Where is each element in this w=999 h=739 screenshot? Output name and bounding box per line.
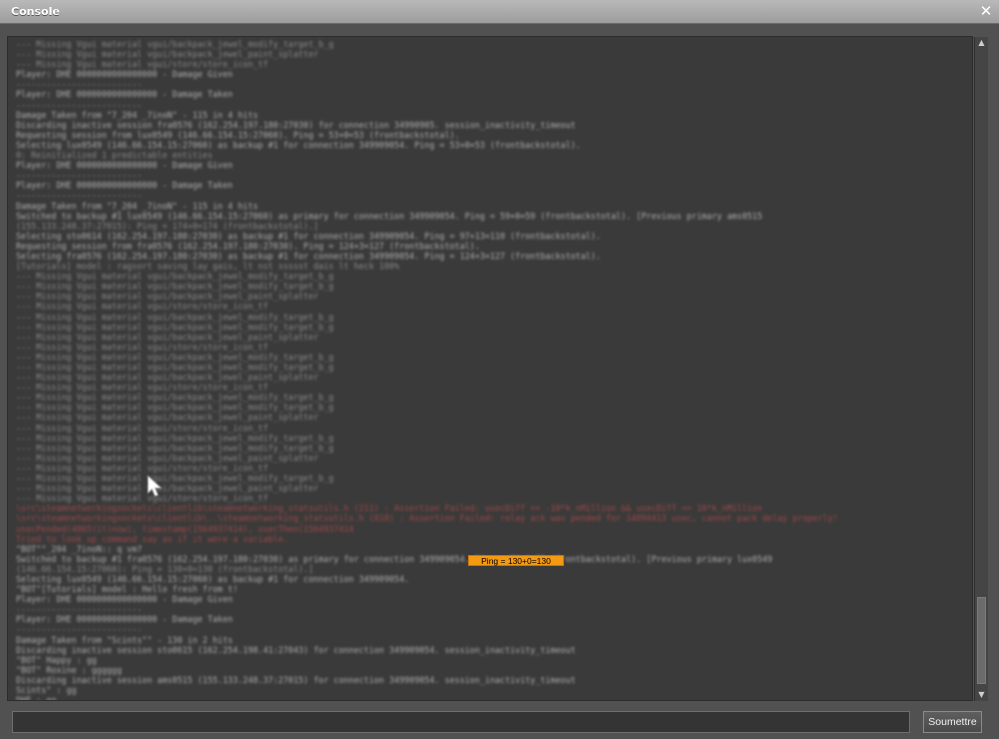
- console-log-line: --- Missing Vgui material vgui/backpack_…: [16, 452, 319, 463]
- close-icon[interactable]: ✕: [978, 3, 994, 19]
- scrollbar-thumb[interactable]: [977, 597, 986, 684]
- mouse-cursor-icon: [147, 475, 163, 497]
- console-log-line: --- Missing Vgui material vgui/store/sto…: [16, 301, 269, 312]
- console-log-line: --- Missing Vgui material vgui/store/sto…: [16, 422, 269, 433]
- console-log-line: --- Missing Vgui material vgui/backpack_…: [16, 291, 319, 302]
- console-log-line: Player: DHE 0000000000000000 - Damage Ta…: [16, 180, 233, 191]
- console-log-line: --- Missing Vgui material vgui/store/sto…: [16, 382, 269, 393]
- console-log-line: --- Missing Vgui material vgui/backpack_…: [16, 442, 334, 453]
- console-log-line: Tried to look up command say as if it we…: [16, 533, 289, 544]
- console-log-line: \src\steamnetworkingsockets\clientlib\st…: [16, 503, 763, 514]
- console-log-line: Selecting fra0576 (162.254.197.180:27030…: [16, 250, 601, 261]
- console-log-line: --- Missing Vgui material vgui/backpack_…: [16, 271, 334, 282]
- scroll-up-arrow-icon[interactable]: ▲: [975, 37, 988, 49]
- console-log-line: "BOT""_204 _7inoN:: q vm?: [16, 543, 143, 554]
- console-log-line: --- Missing Vgui material vgui/backpack_…: [16, 362, 334, 372]
- console-log-line: --- Missing Vgui material vgui/backpack_…: [16, 392, 334, 403]
- console-log-line: Requesting session from lux0549 (146.66.…: [16, 129, 460, 140]
- console-log-line: Player: DHE 0000000000000000 - Damage Gi…: [16, 69, 233, 80]
- console-log-line: Selecting lux0549 (146.66.154.15:27060) …: [16, 573, 410, 584]
- console-log-line: Damage Taken from "7_204 _7inoN" - 115 i…: [16, 109, 259, 120]
- console-log-line: Damage Taken from "7_204 _7inoN" - 115 i…: [16, 200, 259, 211]
- console-log-line: "BOT"[Tutorials] model : Hello fresh fro…: [16, 584, 238, 595]
- console-output[interactable]: --- Missing Vgui material vgui/backpack_…: [7, 36, 973, 701]
- console-log-line: -------------------------: [16, 604, 143, 615]
- console-log-line: 0: Reinitialized 1 predictable entities: [16, 150, 213, 161]
- console-log-line: --- Missing Vgui material vgui/backpack_…: [16, 281, 334, 292]
- scroll-down-arrow-icon[interactable]: ▼: [975, 689, 988, 701]
- console-log-line: Scints" : gg: [16, 685, 77, 695]
- console-log-line: \src\steamnetworkingsockets\clientlib\..…: [16, 513, 838, 524]
- console-log-line: --- Missing Vgui material vgui/store/sto…: [16, 462, 269, 473]
- console-log-line: Discarding inactive session sto0615 (162…: [16, 644, 576, 655]
- console-log-line: --- Missing Vgui material vgui/backpack_…: [16, 372, 319, 383]
- console-log-line: --- Missing Vgui material vgui/backpack_…: [16, 321, 334, 332]
- console-scrollbar[interactable]: ▲ ▼: [974, 37, 988, 701]
- console-log-line: -------------------------: [16, 79, 143, 90]
- console-log-line: Requesting session from fra0576 (162.254…: [16, 240, 480, 251]
- console-log-line: Selecting sto0614 (162.254.197.180:27030…: [16, 230, 601, 241]
- ping-highlight: Ping = 130+0=130: [468, 555, 564, 566]
- console-log-line: -------------------------: [16, 170, 143, 181]
- title-bar[interactable]: Console ✕: [0, 0, 999, 24]
- console-log-line: Discarding inactive session ams0515 (155…: [16, 674, 576, 685]
- console-log-line: [Tutorials] model : ragsort saving lay g…: [16, 261, 400, 272]
- console-log-line: -------------------------: [16, 190, 143, 201]
- console-log-line: --- Missing Vgui material vgui/backpack_…: [16, 412, 319, 423]
- console-log-line: --- Missing Vgui material vgui/backpack_…: [16, 311, 334, 322]
- console-log-line: --- Missing Vgui material vgui/backpack_…: [16, 49, 319, 60]
- console-log-line: Player: DHE 0000000000000000 - Damage Ta…: [16, 89, 233, 100]
- console-log-line: (155.133.248.37:27015): Ping = 174+0=174…: [16, 220, 319, 231]
- console-log-line: --- Missing Vgui material vgui/backpack_…: [16, 351, 334, 362]
- console-log-line: Player: DHE 0000000000000000 - Damage Gi…: [16, 160, 233, 171]
- console-log-line: "BOT" Roxine : gggggg: [16, 664, 122, 675]
- console-log-line: --- Missing Vgui material vgui/store/sto…: [16, 341, 269, 352]
- console-log: --- Missing Vgui material vgui/backpack_…: [16, 39, 962, 701]
- console-log-line: -------------------------: [16, 624, 143, 635]
- console-log-line: Selecting lux0549 (146.66.154.15:27060) …: [16, 139, 581, 150]
- console-log-line: DHE : gg: [16, 695, 57, 701]
- submit-button[interactable]: Soumettre: [923, 711, 982, 733]
- command-input[interactable]: [12, 711, 910, 733]
- console-log-line: Switched to backup #1 lux0549 (146.66.15…: [16, 210, 763, 221]
- console-log-line: --- Missing Vgui material vgui/backpack_…: [16, 402, 334, 413]
- console-log-line: Player: DHE 0000000000000000 - Damage Ta…: [16, 614, 233, 625]
- window-title: Console: [11, 5, 60, 18]
- console-log-line: --- Missing Vgui material vgui/store/sto…: [16, 59, 269, 70]
- console-log-line: --- Missing Vgui material vgui/backpack_…: [16, 432, 334, 443]
- console-log-line: Discarding inactive session fra0576 (162…: [16, 119, 576, 130]
- console-log-line: Player: DHE 0000000000000000 - Damage Gi…: [16, 594, 233, 605]
- console-log-line: Damage Taken from "Scints"" - 130 in 2 h…: [16, 634, 233, 645]
- console-log-line: --- Missing Vgui material vgui/backpack_…: [16, 331, 319, 342]
- console-log-line: -------------------------: [16, 99, 143, 110]
- console-log-line: --- Missing Vgui material vgui/backpack_…: [16, 39, 334, 49]
- console-log-line: "BOT" Happy : gg: [16, 654, 97, 665]
- console-log-line: usecPended(4865(it)now), timestamp(15649…: [16, 523, 354, 534]
